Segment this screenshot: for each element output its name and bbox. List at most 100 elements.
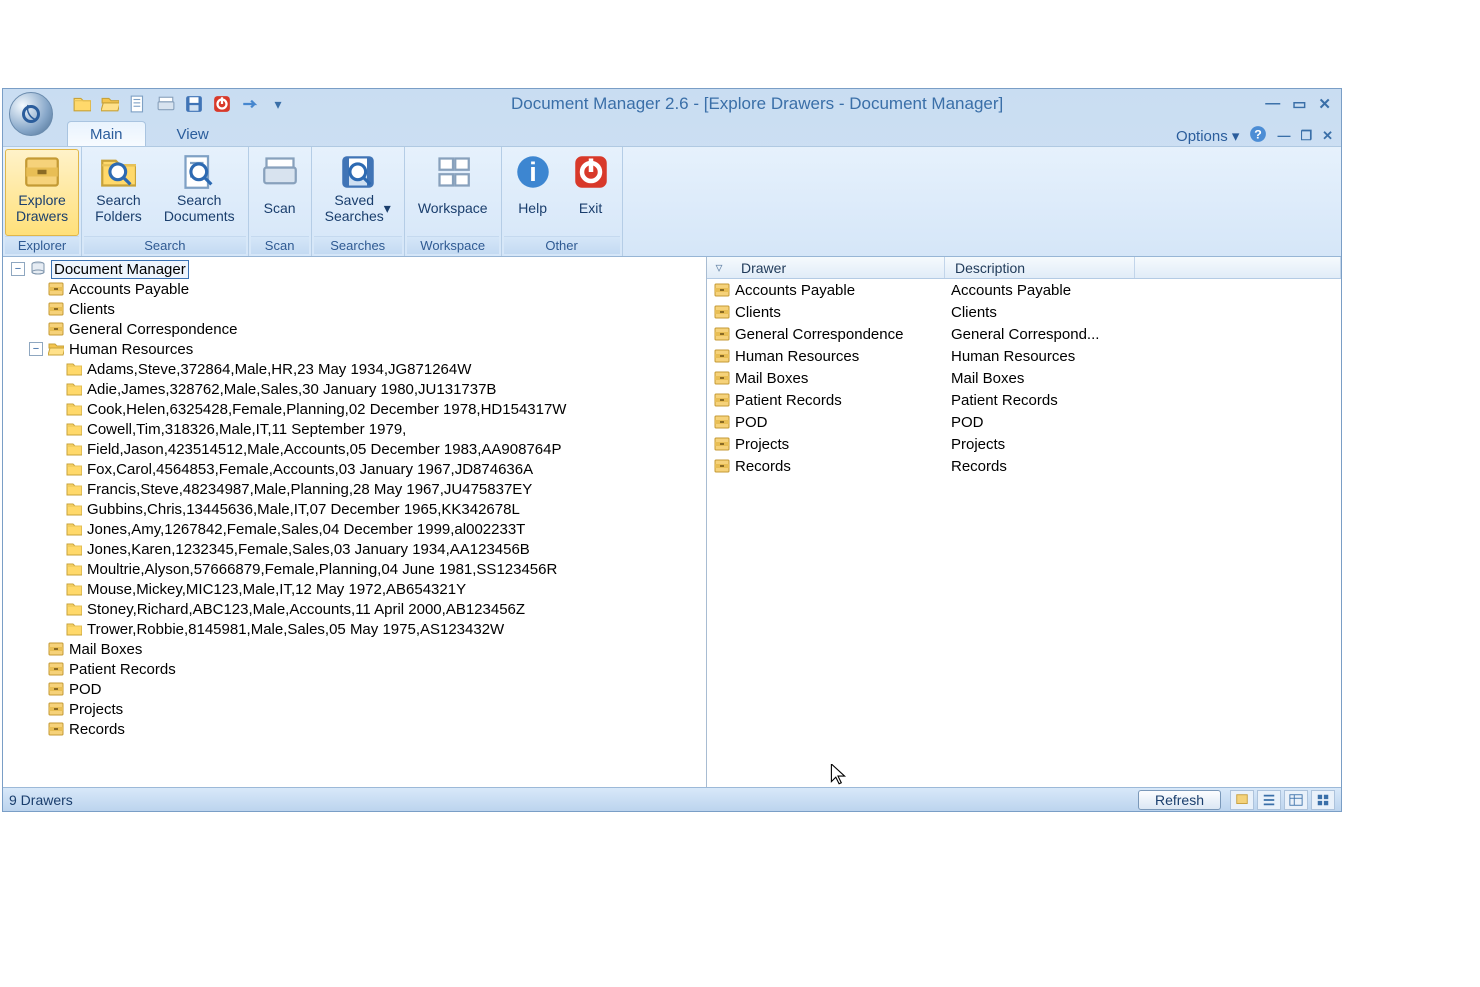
tree-item[interactable]: − Human Resources [7, 339, 706, 359]
list-row[interactable]: Mail BoxesMail Boxes [707, 367, 1341, 389]
drawer-icon [47, 701, 65, 717]
folder-icon [65, 561, 83, 577]
tree-item-label: Human Resources [69, 341, 193, 358]
tree-item[interactable]: Clients [7, 299, 706, 319]
list-row[interactable]: PODPOD [707, 411, 1341, 433]
list-row[interactable]: ClientsClients [707, 301, 1341, 323]
qat-customize-dropdown[interactable]: ▾ [267, 93, 289, 115]
list-pane[interactable]: ▿ Drawer Description Accounts PayableAcc… [707, 257, 1341, 787]
column-drawer[interactable]: Drawer [731, 257, 945, 278]
qat-forward-icon[interactable] [239, 93, 261, 115]
column-spacer[interactable] [1135, 257, 1341, 278]
qat-open-folder-icon[interactable] [99, 93, 121, 115]
column-description[interactable]: Description [945, 257, 1135, 278]
folder-icon [65, 361, 83, 377]
list-row[interactable]: RecordsRecords [707, 455, 1341, 477]
list-row[interactable]: ProjectsProjects [707, 433, 1341, 455]
qat-document-icon[interactable] [127, 93, 149, 115]
tree-item[interactable]: Patient Records [7, 659, 706, 679]
explore-drawers-button[interactable]: Explore Drawers [5, 149, 79, 236]
minimize-button[interactable]: — [1265, 95, 1280, 113]
folder-icon [65, 621, 83, 637]
tree-item-label: Field,Jason,423514512,Male,Accounts,05 D… [87, 441, 562, 458]
ribbon-group-workspace-label: Workspace [407, 236, 499, 254]
tree-item[interactable]: −Document Manager [7, 259, 706, 279]
tab-view[interactable]: View [154, 121, 232, 146]
maximize-button[interactable]: ▭ [1292, 95, 1306, 113]
tree-item-label: POD [69, 681, 102, 698]
help-icon[interactable] [1249, 125, 1267, 146]
ribbon-group-scan-label: Scan [251, 236, 309, 254]
tab-main[interactable]: Main [67, 121, 146, 146]
tree-item[interactable]: Stoney,Richard,ABC123,Male,Accounts,11 A… [7, 599, 706, 619]
view-tiles-button[interactable] [1311, 790, 1335, 810]
tree-item[interactable]: Cowell,Tim,318326,Male,IT,11 September 1… [7, 419, 706, 439]
tree-item[interactable]: Moultrie,Alyson,57666879,Female,Planning… [7, 559, 706, 579]
power-icon [573, 154, 609, 190]
search-documents-button[interactable]: Search Documents [153, 149, 246, 236]
search-folders-button[interactable]: Search Folders [84, 149, 153, 236]
tree-item[interactable]: Accounts Payable [7, 279, 706, 299]
qat-scan-icon[interactable] [155, 93, 177, 115]
app-orb-button[interactable] [9, 92, 53, 136]
tree-item[interactable]: Gubbins,Chris,13445636,Male,IT,07 Decemb… [7, 499, 706, 519]
saved-searches-button[interactable]: Saved Searches ▾ [314, 149, 402, 236]
list-row[interactable]: Patient RecordsPatient Records [707, 389, 1341, 411]
drawer-icon [711, 370, 733, 386]
tree-item[interactable]: POD [7, 679, 706, 699]
ribbon-group-other: Help Exit Other [502, 147, 623, 256]
tree-item[interactable]: Records [7, 719, 706, 739]
tree-twisty[interactable]: − [29, 342, 43, 356]
qat-exit-icon[interactable] [211, 93, 233, 115]
close-button[interactable]: ✕ [1318, 95, 1331, 113]
folder-icon [65, 481, 83, 497]
tree-item-label: Gubbins,Chris,13445636,Male,IT,07 Decemb… [87, 501, 520, 518]
qat-new-folder-icon[interactable] [71, 93, 93, 115]
refresh-button[interactable]: Refresh [1138, 790, 1221, 810]
tree-item[interactable]: General Correspondence [7, 319, 706, 339]
workspace-icon [435, 154, 471, 190]
document-search-icon [181, 154, 217, 190]
view-icons-button[interactable] [1230, 790, 1254, 810]
tree-item[interactable]: Jones,Amy,1267842,Female,Sales,04 Decemb… [7, 519, 706, 539]
folder-icon [65, 601, 83, 617]
tree-item[interactable]: Adie,James,328762,Male,Sales,30 January … [7, 379, 706, 399]
tree-item-label: Jones,Amy,1267842,Female,Sales,04 Decemb… [87, 521, 525, 538]
tree-item-label: Cowell,Tim,318326,Male,IT,11 September 1… [87, 421, 406, 438]
tree-item[interactable]: Cook,Helen,6325428,Female,Planning,02 De… [7, 399, 706, 419]
list-cell-description: POD [949, 414, 984, 431]
tree-item[interactable]: Trower,Robbie,8145981,Male,Sales,05 May … [7, 619, 706, 639]
qat-save-icon[interactable] [183, 93, 205, 115]
list-header: ▿ Drawer Description [707, 257, 1341, 279]
tree-item[interactable]: Projects [7, 699, 706, 719]
exit-button[interactable]: Exit [562, 149, 620, 236]
folder-icon [65, 441, 83, 457]
workspace-button[interactable]: Workspace [407, 149, 499, 236]
mdi-close-button[interactable]: ✕ [1322, 128, 1333, 144]
tree-item[interactable]: Fox,Carol,4564853,Female,Accounts,03 Jan… [7, 459, 706, 479]
tree-item-label: Clients [69, 301, 115, 318]
tree-twisty[interactable]: − [11, 262, 25, 276]
help-button[interactable]: Help [504, 149, 562, 236]
view-list-button[interactable] [1257, 790, 1281, 810]
tree-item[interactable]: Mouse,Mickey,MIC123,Male,IT,12 May 1972,… [7, 579, 706, 599]
tree-item[interactable]: Francis,Steve,48234987,Male,Planning,28 … [7, 479, 706, 499]
list-row[interactable]: Accounts PayableAccounts Payable [707, 279, 1341, 301]
list-row[interactable]: Human ResourcesHuman Resources [707, 345, 1341, 367]
tree-item-label: Fox,Carol,4564853,Female,Accounts,03 Jan… [87, 461, 533, 478]
ribbon-group-searches: Saved Searches ▾ Searches [312, 147, 405, 256]
tree-pane[interactable]: −Document ManagerAccounts Payable Clients… [3, 257, 707, 787]
tree-item[interactable]: Adams,Steve,372864,Male,HR,23 May 1934,J… [7, 359, 706, 379]
list-row[interactable]: General CorrespondenceGeneral Correspond… [707, 323, 1341, 345]
tree-item[interactable]: Field,Jason,423514512,Male,Accounts,05 D… [7, 439, 706, 459]
scan-button[interactable]: Scan [251, 149, 309, 236]
options-menu[interactable]: Options ▾ [1176, 127, 1239, 145]
mdi-restore-button[interactable]: ❐ [1300, 128, 1312, 144]
tree-item[interactable]: Jones,Karen,1232345,Female,Sales,03 Janu… [7, 539, 706, 559]
exit-label: Exit [579, 192, 602, 224]
sort-indicator[interactable]: ▿ [707, 257, 731, 278]
folder-search-icon [100, 154, 136, 190]
view-details-button[interactable] [1284, 790, 1308, 810]
tree-item[interactable]: Mail Boxes [7, 639, 706, 659]
mdi-minimize-button[interactable]: — [1277, 128, 1290, 143]
